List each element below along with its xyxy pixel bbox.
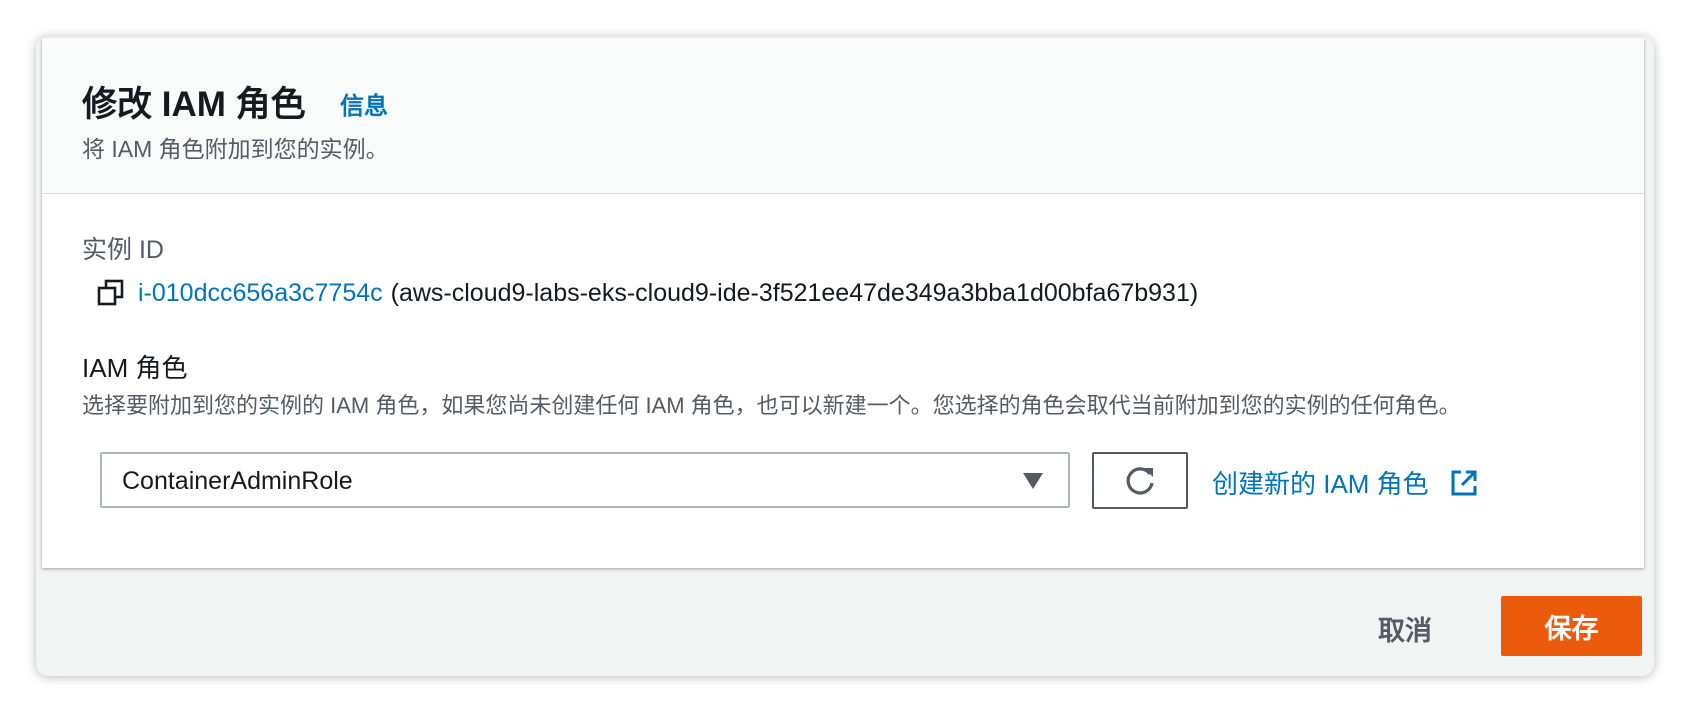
create-iam-role-link[interactable]: 创建新的 IAM 角色 (1212, 464, 1479, 501)
caret-down-icon (1022, 472, 1044, 490)
instance-name: (aws-cloud9-labs-eks-cloud9-ide-3f521ee4… (390, 278, 1199, 307)
panel-header: 修改 IAM 角色 信息 将 IAM 角色附加到您的实例。 (42, 38, 1644, 194)
external-link-icon (1449, 468, 1479, 498)
iam-role-select[interactable]: ContainerAdminRole (100, 452, 1070, 508)
copy-icon[interactable] (96, 278, 126, 308)
create-iam-role-label: 创建新的 IAM 角色 (1212, 469, 1429, 499)
iam-role-selected-value: ContainerAdminRole (122, 467, 353, 495)
cancel-button[interactable]: 取消 (1378, 609, 1432, 648)
refresh-icon (1123, 464, 1157, 498)
modal-dialog: 修改 IAM 角色 信息 将 IAM 角色附加到您的实例。 实例 ID i-01… (36, 36, 1654, 676)
instance-id-row: i-010dcc656a3c7754c (aws-cloud9-labs-eks… (96, 278, 1198, 308)
page-title: 修改 IAM 角色 (82, 85, 306, 124)
iam-role-description: 选择要附加到您的实例的 IAM 角色，如果您尚未创建任何 IAM 角色，也可以新… (82, 393, 1461, 418)
refresh-button[interactable] (1092, 452, 1188, 509)
page-subtitle: 将 IAM 角色附加到您的实例。 (82, 136, 389, 162)
info-link[interactable]: 信息 (340, 86, 388, 121)
iam-role-label: IAM 角色 (82, 353, 188, 383)
save-button[interactable]: 保存 (1501, 596, 1642, 656)
instance-id-link[interactable]: i-010dcc656a3c7754c (138, 279, 383, 308)
form-panel: 修改 IAM 角色 信息 将 IAM 角色附加到您的实例。 实例 ID i-01… (42, 38, 1644, 568)
instance-id-label: 实例 ID (82, 236, 164, 264)
